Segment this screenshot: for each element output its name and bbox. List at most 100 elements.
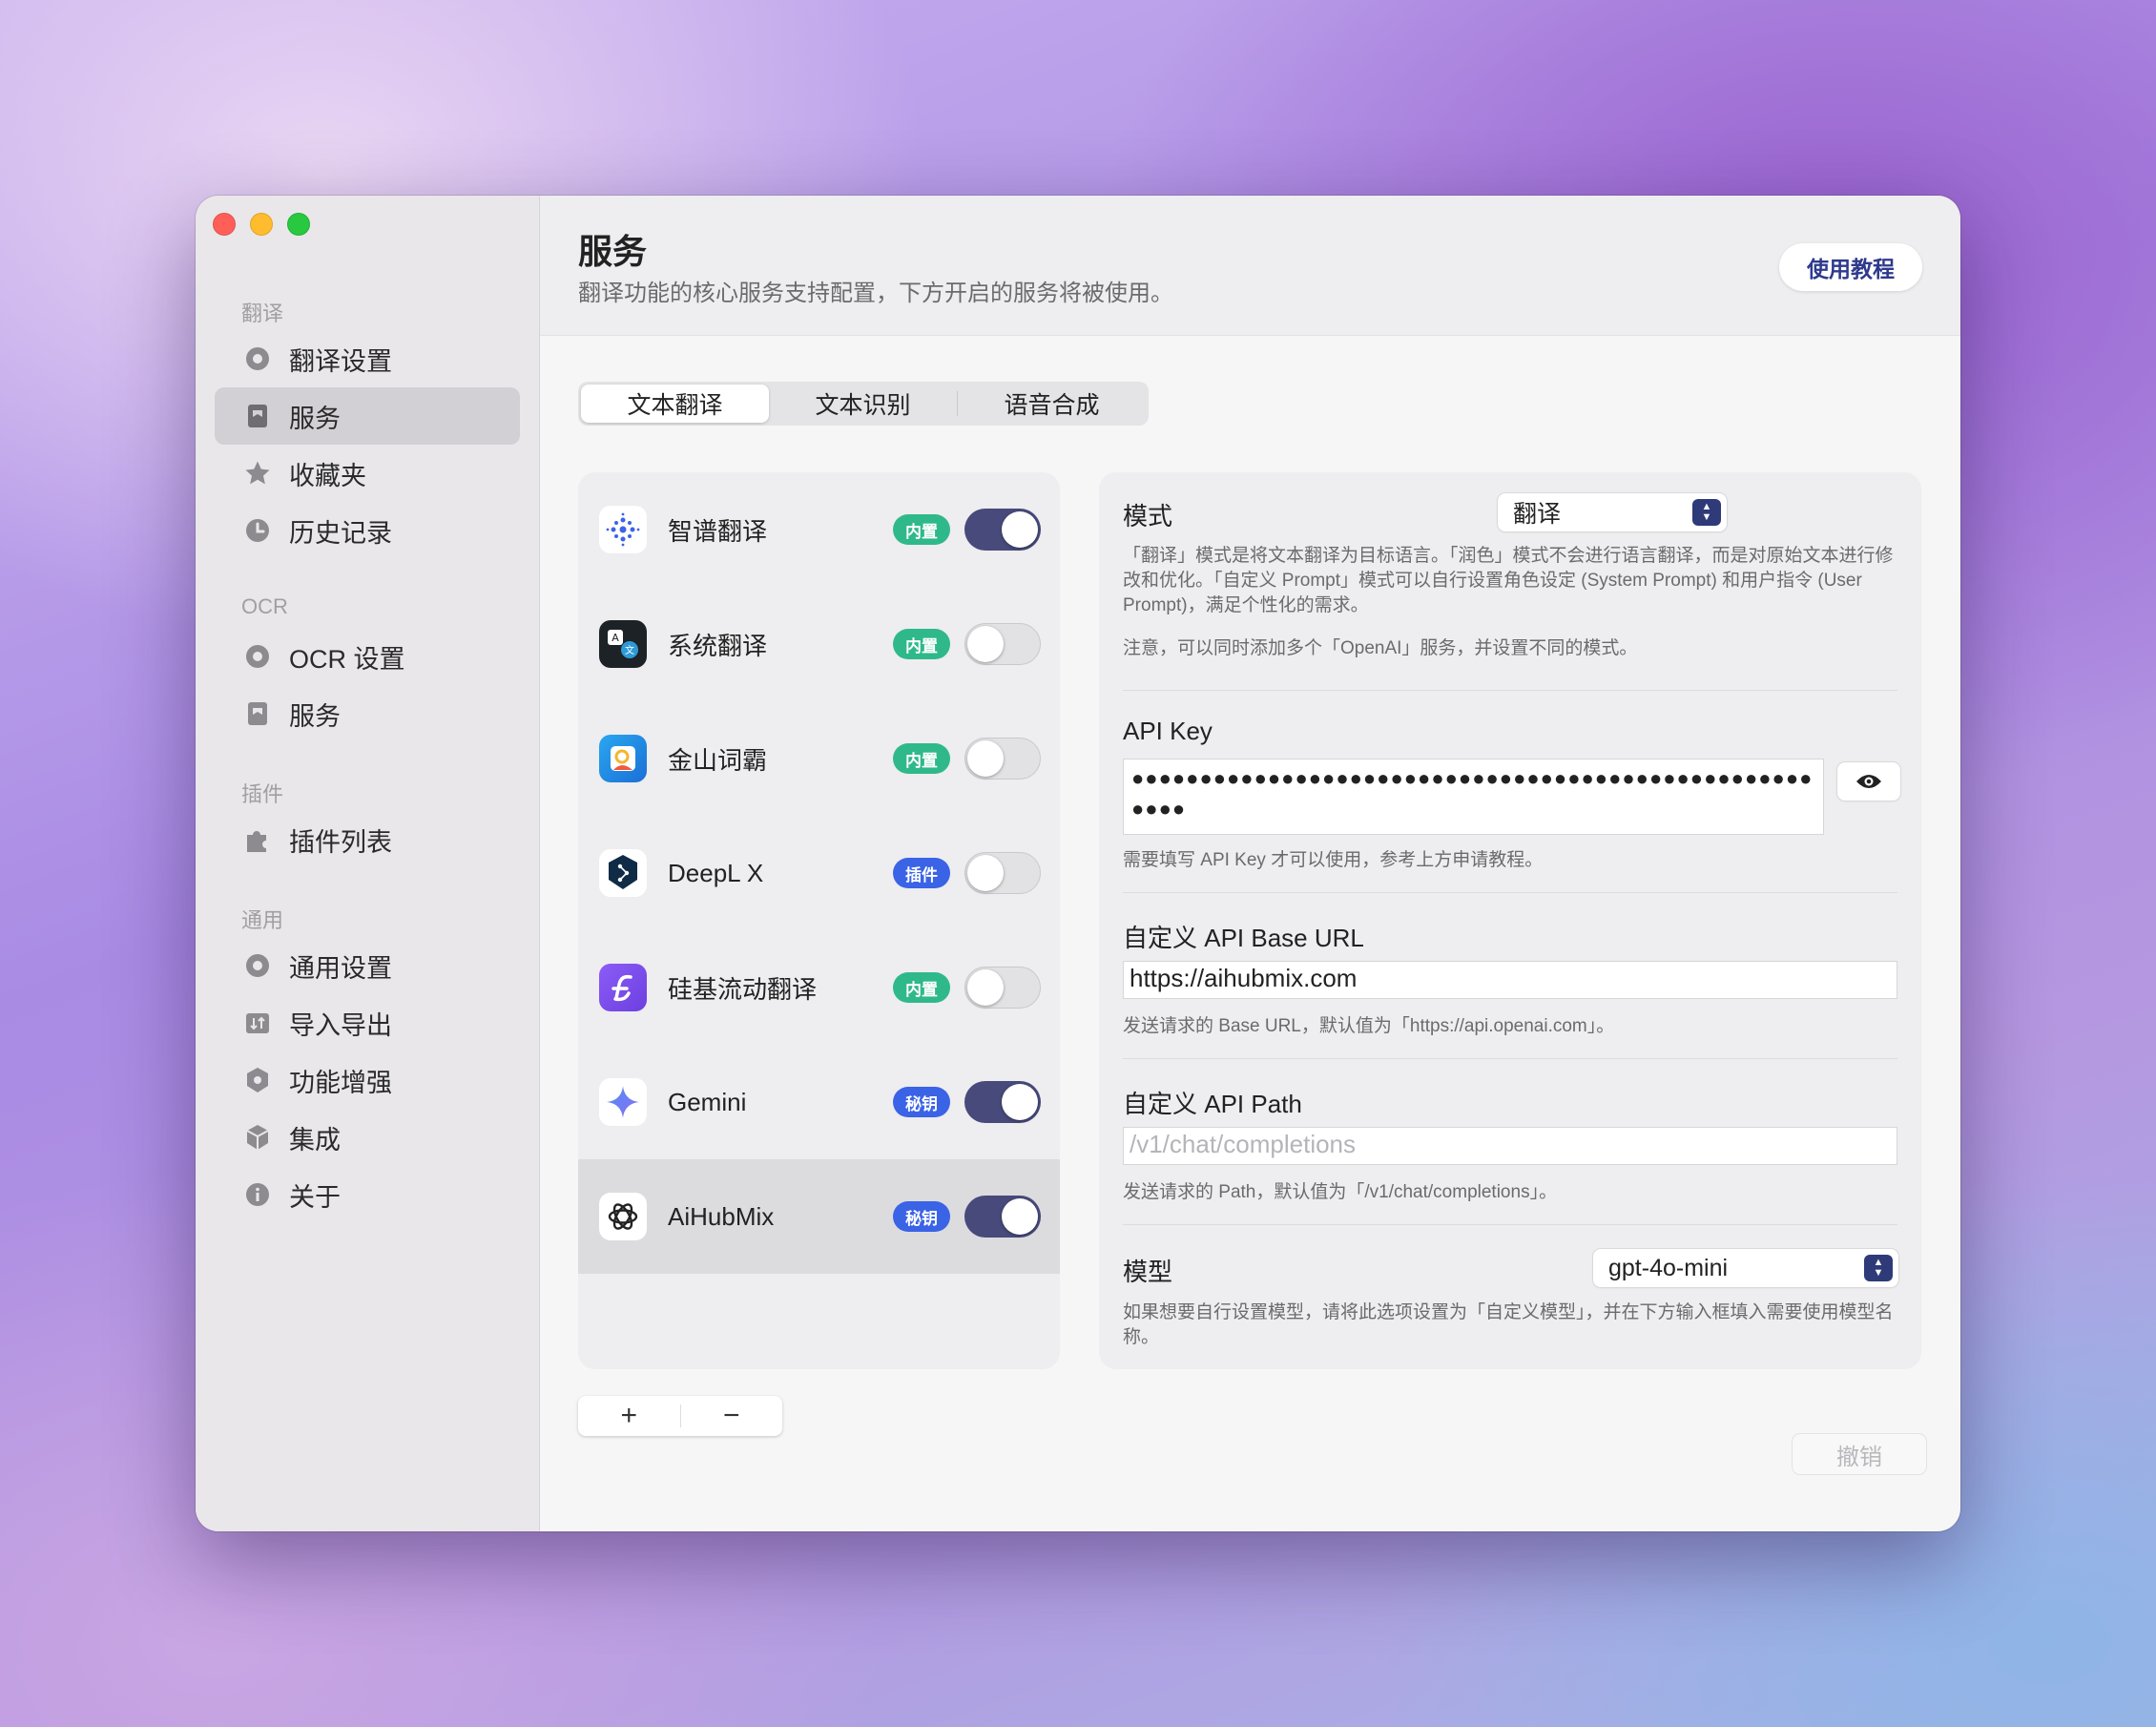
close-window-button[interactable] <box>213 213 236 236</box>
api-path-label: 自定义 API Path <box>1123 1090 1302 1118</box>
toggle-knob <box>967 626 1004 662</box>
service-name: DeepL X <box>668 858 764 887</box>
sidebar-item-label: 通用设置 <box>289 953 392 983</box>
tab-speech-synthesis[interactable]: 语音合成 <box>958 385 1146 423</box>
sidebar-item-history[interactable]: 历史记录 <box>215 502 520 559</box>
zhipu-icon <box>599 506 647 553</box>
service-type-tabs: 文本翻译 文本识别 语音合成 <box>578 382 1149 426</box>
service-badge: 内置 <box>893 743 950 774</box>
api-key-label: API Key <box>1123 717 1213 745</box>
service-toggle[interactable] <box>964 509 1041 551</box>
service-name: 智谱翻译 <box>668 516 768 546</box>
remove-service-button[interactable]: − <box>681 1400 783 1432</box>
sidebar-item-general-settings[interactable]: 通用设置 <box>215 937 520 994</box>
tutorial-button[interactable]: 使用教程 <box>1779 243 1922 291</box>
svg-text:A: A <box>612 632 619 644</box>
model-select-value: gpt-4o-mini <box>1608 1254 1729 1281</box>
add-service-button[interactable]: + <box>578 1400 680 1432</box>
sidebar-item-label: 功能增强 <box>289 1068 392 1097</box>
service-toggle[interactable] <box>964 1081 1041 1123</box>
puzzle-icon <box>243 825 272 854</box>
chevron-updown-icon: ▲ ▼ <box>1692 499 1721 526</box>
section-label-translate: 翻译 <box>241 302 284 325</box>
toggle-knob <box>967 855 1004 891</box>
info-icon <box>243 1180 272 1209</box>
sidebar: 翻译 翻译设置 服务 收藏夹 历史记录 OCR OCR 设置 服务 插件 插件列… <box>196 196 540 1531</box>
tab-text-translate[interactable]: 文本翻译 <box>581 385 769 423</box>
sidebar-item-services[interactable]: 服务 <box>215 387 520 445</box>
mode-select[interactable]: 翻译 ▲ ▼ <box>1498 493 1727 531</box>
minimize-window-button[interactable] <box>250 213 273 236</box>
service-config-panel: 模式 翻译 ▲ ▼ 「翻译」模式是将文本翻译为目标语言。「润色」模式不会进行语言翻… <box>1099 472 1921 1369</box>
mode-label: 模式 <box>1123 502 1173 531</box>
sidebar-item-enhancements[interactable]: 功能增强 <box>215 1051 520 1109</box>
mode-hint: 「翻译」模式是将文本翻译为目标语言。「润色」模式不会进行语言翻译，而是对原始文本… <box>1123 546 1894 615</box>
toggle-knob <box>967 969 1004 1006</box>
service-row-aihubmix[interactable]: AiHubMix 秘钥 <box>578 1159 1060 1274</box>
divider <box>1123 1058 1897 1059</box>
service-name: Gemini <box>668 1087 747 1116</box>
clock-icon <box>243 516 272 545</box>
sidebar-item-label: 集成 <box>289 1125 341 1155</box>
model-label: 模型 <box>1123 1258 1173 1286</box>
sidebar-item-label: OCR 设置 <box>289 644 405 674</box>
sidebar-item-label: 历史记录 <box>289 518 392 548</box>
service-row-jinshan[interactable]: 金山词霸 内置 <box>578 701 1060 816</box>
service-badge: 秘钥 <box>893 1087 950 1117</box>
base-url-label: 自定义 API Base URL <box>1123 924 1364 952</box>
api-key-hint: 需要填写 API Key 才可以使用，参考上方申请教程。 <box>1123 850 1544 870</box>
sidebar-item-about[interactable]: 关于 <box>215 1166 520 1223</box>
section-label-ocr: OCR <box>241 594 288 618</box>
sidebar-item-ocr-services[interactable]: 服务 <box>215 685 520 742</box>
siliconflow-icon <box>599 964 647 1011</box>
main-content: 服务 翻译功能的核心服务支持配置，下方开启的服务将被使用。 使用教程 文本翻译 … <box>540 196 1960 1531</box>
window-controls <box>213 213 310 236</box>
service-badge: 内置 <box>893 972 950 1003</box>
gemini-icon <box>599 1078 647 1126</box>
service-toggle[interactable] <box>964 1196 1041 1238</box>
service-name: 硅基流动翻译 <box>668 974 818 1004</box>
cube-icon <box>243 1123 272 1152</box>
service-name: 系统翻译 <box>668 631 768 660</box>
cancel-button[interactable]: 撤销 <box>1793 1434 1926 1474</box>
service-row-zhipu[interactable]: 智谱翻译 内置 <box>578 472 1060 587</box>
service-row-system-translate[interactable]: A文 系统翻译 内置 <box>578 587 1060 701</box>
toggle-knob <box>1002 511 1038 548</box>
bookmark-icon <box>243 402 272 430</box>
sidebar-item-label: 服务 <box>289 404 341 433</box>
chevron-updown-icon: ▲ ▼ <box>1864 1255 1893 1281</box>
model-select[interactable]: gpt-4o-mini ▲ ▼ <box>1593 1249 1898 1287</box>
zoom-window-button[interactable] <box>287 213 310 236</box>
service-row-gemini[interactable]: Gemini 秘钥 <box>578 1045 1060 1159</box>
service-badge: 秘钥 <box>893 1201 950 1232</box>
sidebar-item-favorites[interactable]: 收藏夹 <box>215 445 520 502</box>
sidebar-item-translate-settings[interactable]: 翻译设置 <box>215 330 520 387</box>
service-row-siliconflow[interactable]: 硅基流动翻译 内置 <box>578 930 1060 1045</box>
sidebar-item-label: 关于 <box>289 1182 341 1212</box>
sidebar-item-plugin-list[interactable]: 插件列表 <box>215 811 520 868</box>
service-toggle[interactable] <box>964 623 1041 665</box>
base-url-field[interactable]: https://aihubmix.com <box>1123 961 1897 999</box>
eye-icon <box>1856 775 1881 788</box>
tab-text-recognition[interactable]: 文本识别 <box>769 385 957 423</box>
toggle-key-visibility-button[interactable] <box>1837 762 1900 801</box>
divider <box>1123 690 1897 691</box>
service-toggle[interactable] <box>964 967 1041 1009</box>
service-row-deepl[interactable]: DeepL X 插件 <box>578 816 1060 930</box>
mode-note: 注意，可以同时添加多个「OpenAI」服务，并设置不同的模式。 <box>1123 638 1638 658</box>
api-path-field[interactable]: /v1/chat/completions <box>1123 1127 1897 1165</box>
sidebar-item-integrations[interactable]: 集成 <box>215 1109 520 1166</box>
sidebar-item-ocr-settings[interactable]: OCR 设置 <box>215 628 520 685</box>
page-subtitle: 翻译功能的核心服务支持配置，下方开启的服务将被使用。 <box>578 281 1173 306</box>
system-translate-icon: A文 <box>599 620 647 668</box>
shield-icon <box>243 1066 272 1094</box>
sidebar-item-label: 翻译设置 <box>289 346 392 376</box>
sidebar-item-label: 收藏夹 <box>289 461 366 490</box>
sidebar-item-import-export[interactable]: 导入导出 <box>215 994 520 1051</box>
service-toggle[interactable] <box>964 738 1041 780</box>
section-label-plugins: 插件 <box>241 782 284 806</box>
api-key-field[interactable]: ●●●●●●●●●●●●●●●●●●●●●●●●●●●●●●●●●●●●●●●●… <box>1123 759 1824 835</box>
settings-window: 翻译 翻译设置 服务 收藏夹 历史记录 OCR OCR 设置 服务 插件 插件列… <box>196 196 1960 1531</box>
api-path-hint: 发送请求的 Path，默认值为「/v1/chat/completions」。 <box>1123 1182 1558 1202</box>
service-toggle[interactable] <box>964 852 1041 894</box>
